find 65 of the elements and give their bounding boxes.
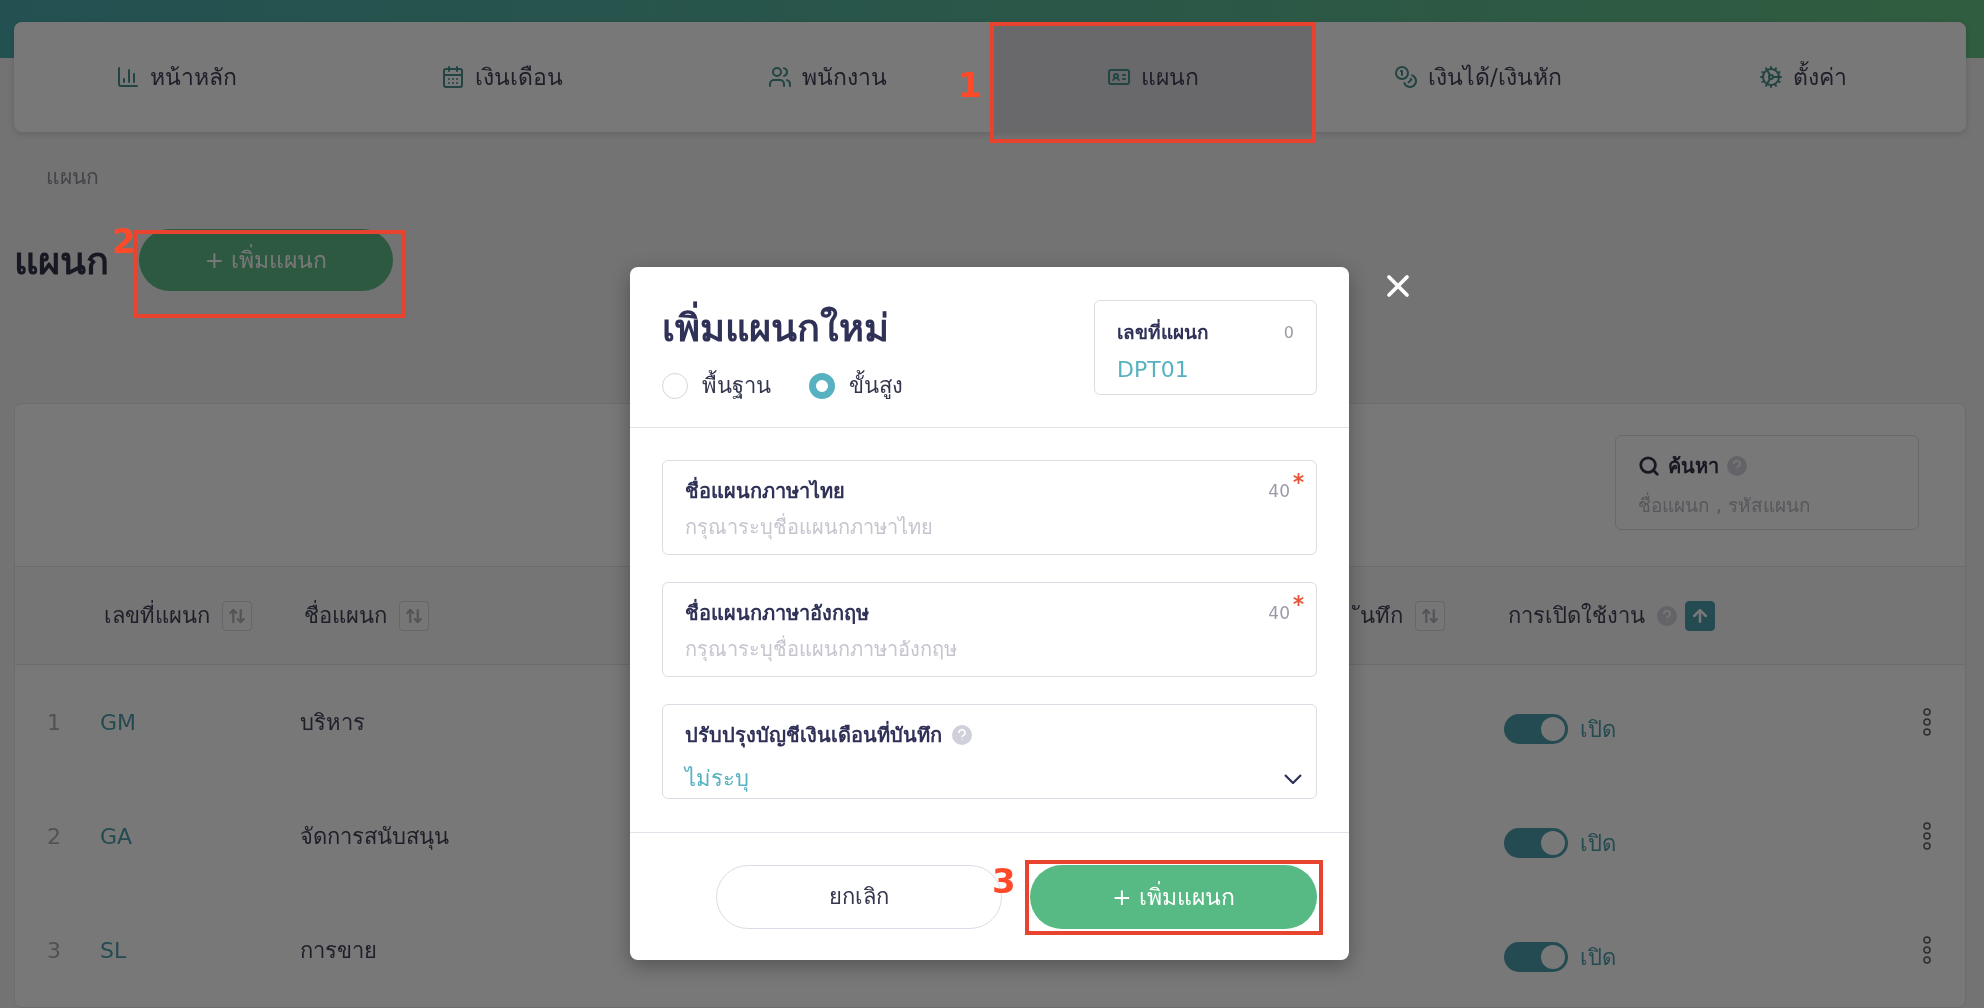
users-icon	[767, 65, 792, 89]
radio-button[interactable]	[809, 372, 835, 399]
page-title: แผนก	[14, 237, 109, 285]
toggle-switch[interactable]	[1504, 942, 1568, 972]
annotation-number: 1	[958, 68, 982, 102]
more-icon[interactable]	[1922, 821, 1932, 851]
more-icon[interactable]	[1922, 935, 1932, 965]
field-label: ชื่อแผนกภาษาไทย	[685, 476, 845, 505]
status-text: เปิด	[1580, 829, 1616, 858]
nav-tab-label: เงินเดือน	[475, 63, 563, 92]
coins-icon	[1394, 65, 1419, 89]
input-field[interactable]: กรุณาระบุชื่อแผนกภาษาอังกฤษ	[685, 633, 1302, 665]
nav-tab[interactable]: เงินเดือน	[441, 59, 563, 95]
nav-tab[interactable]: พนักงาน	[767, 59, 887, 95]
annotation-number: 2	[112, 224, 136, 258]
dialog-title: เพิ่มแผนกใหม่	[662, 297, 903, 358]
code-value: DPT01	[1117, 357, 1190, 382]
nav-tab[interactable]: ตั้งค่า	[1759, 59, 1848, 95]
search-icon	[1638, 455, 1660, 477]
sort-icon	[1421, 606, 1439, 625]
department-code[interactable]: SL	[100, 937, 127, 963]
department-code[interactable]: GA	[100, 823, 133, 849]
nav-tab-label: แผนก	[1140, 63, 1199, 92]
radio-button[interactable]	[662, 372, 688, 399]
nav-tab-label: ตั้งค่า	[1793, 59, 1848, 95]
search-label: ค้นหา	[1668, 453, 1719, 480]
text-field[interactable]: ชื่อแผนกภาษาอังกฤษ 40 กรุณาระบุชื่อแผนกภาษาอังกฤษ	[662, 582, 1317, 677]
select-value: ไม่ระบุ	[685, 765, 749, 794]
chevron-down-icon	[1284, 773, 1302, 784]
status-text: เปิด	[1580, 943, 1616, 972]
nav-tab[interactable]: หน้าหลัก	[116, 59, 238, 95]
character-count: 0	[1283, 322, 1294, 342]
sort-icon	[228, 606, 246, 625]
more-icon[interactable]	[1922, 707, 1932, 737]
nav-tab-label: พนักงาน	[801, 63, 887, 92]
column-header: ชื่อแผนก	[300, 596, 391, 635]
submit-button[interactable]: + เพิ่มแผนก	[1030, 864, 1317, 929]
code-label: เลขที่แผนก	[1117, 318, 1209, 345]
radio-label: พื้นฐาน	[702, 368, 771, 403]
column-header: การเปิดใช้งาน	[1507, 602, 1646, 630]
help-icon[interactable]	[952, 725, 972, 745]
character-limit: 40	[1268, 603, 1290, 623]
column-header: เลขที่แผนก	[100, 596, 214, 635]
field-label: ชื่อแผนกภาษาอังกฤษ	[685, 598, 869, 627]
character-limit: 40	[1268, 481, 1290, 501]
department-code[interactable]: GM	[100, 709, 137, 735]
department-name: การขาย	[300, 936, 377, 965]
sort-button[interactable]	[1685, 600, 1715, 631]
department-name: จัดการสนับสนุน	[300, 822, 449, 852]
nav-tab[interactable]: เงินได้/เงินหัก	[1394, 59, 1562, 95]
nav-tab-label: หน้าหลัก	[150, 63, 238, 92]
bar-chart-icon	[116, 65, 141, 89]
input-field[interactable]: กรุณาระบุชื่อแผนกภาษาไทย	[685, 511, 1302, 543]
select-field[interactable]: ปรับปรุงบัญชีเงินเดือนที่บันทึก ไม่ระบุ	[662, 704, 1317, 799]
calendar-icon	[441, 65, 465, 89]
text-field[interactable]: ชื่อแผนกภาษาไทย 40 กรุณาระบุชื่อแผนกภาษาไทย	[662, 460, 1317, 555]
radio-label: ขั้นสูง	[849, 368, 903, 403]
nav-tab-label: เงินได้/เงินหัก	[1428, 63, 1562, 92]
sort-icon	[405, 606, 423, 625]
department-name: บริหาร	[300, 708, 365, 737]
field-label: ปรับปรุงบัญชีเงินเดือนที่บันทึก	[685, 720, 942, 750]
toggle-switch[interactable]	[1504, 828, 1568, 858]
settings-icon	[1759, 65, 1784, 89]
toggle-switch[interactable]	[1504, 714, 1568, 744]
status-text: เปิด	[1580, 715, 1616, 744]
